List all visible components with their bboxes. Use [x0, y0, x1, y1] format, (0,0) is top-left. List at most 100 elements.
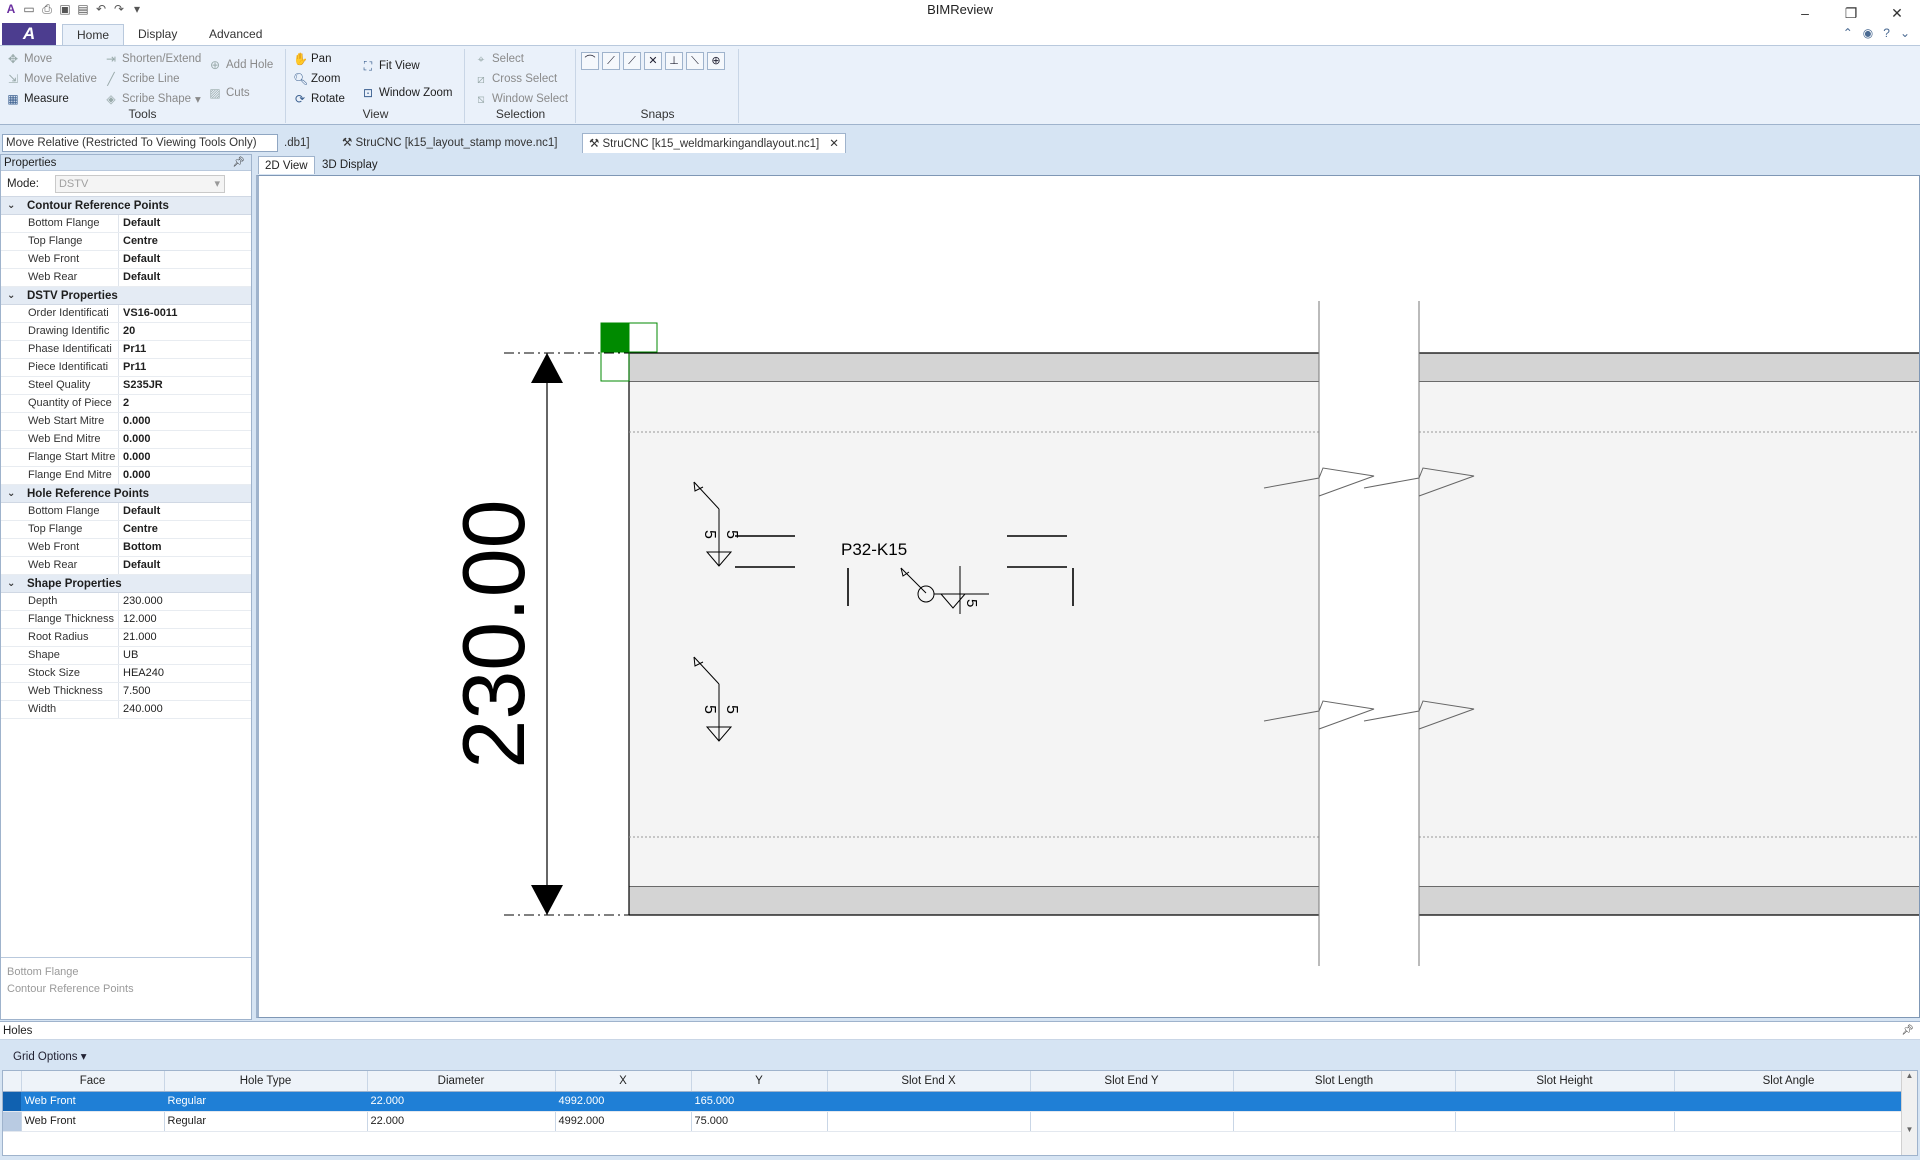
tab-home[interactable]: Home	[62, 24, 125, 45]
property-row[interactable]: Width 240.000	[1, 701, 251, 719]
property-value[interactable]: Default	[119, 503, 160, 520]
property-row[interactable]: Stock Size HEA240	[1, 665, 251, 683]
property-value[interactable]: 7.500	[119, 683, 151, 700]
ribbon-expand-icon[interactable]: ⌄	[1900, 26, 1910, 40]
property-row[interactable]: Phase Identificati Pr11	[1, 341, 251, 359]
move-button[interactable]: ✥ Move	[6, 52, 52, 66]
property-row[interactable]: Web Front Bottom	[1, 539, 251, 557]
property-row[interactable]: Quantity of Piece 2	[1, 395, 251, 413]
property-value[interactable]: Default	[119, 269, 160, 286]
ribbon-collapse-icon[interactable]: ⌃	[1843, 26, 1853, 40]
snap-arc-icon[interactable]: ⌒	[581, 52, 599, 70]
property-value[interactable]: 21.000	[119, 629, 157, 646]
row-selector[interactable]	[3, 1091, 22, 1112]
property-category[interactable]: ⌄ Hole Reference Points	[1, 485, 251, 503]
fit-view-button[interactable]: ⛶ Fit View	[361, 59, 420, 73]
property-value[interactable]: 0.000	[119, 413, 151, 430]
scribe-line-button[interactable]: ╱ Scribe Line	[104, 72, 179, 86]
origin-marker[interactable]	[600, 322, 630, 353]
property-value[interactable]: VS16-0011	[119, 305, 177, 322]
property-value[interactable]: Pr11	[119, 341, 146, 358]
table-cell[interactable]: 165.000	[691, 1091, 828, 1112]
snap-nearest-icon[interactable]: ⟍	[686, 52, 704, 70]
table-cell[interactable]: Web Front	[21, 1091, 165, 1112]
tab-display[interactable]: Display	[124, 24, 191, 45]
property-value[interactable]: 12.000	[119, 611, 157, 628]
table-cell[interactable]	[1030, 1111, 1234, 1132]
property-category[interactable]: ⌄ Shape Properties	[1, 575, 251, 593]
add-hole-button[interactable]: ⊕ Add Hole	[208, 58, 273, 72]
property-value[interactable]: 240.000	[119, 701, 163, 718]
property-row[interactable]: Root Radius 21.000	[1, 629, 251, 647]
drawing-canvas[interactable]: 230.00 5 5 5 5 P32-K15 5	[256, 175, 1920, 1018]
zoom-button[interactable]: 🔍︎ Zoom	[293, 72, 340, 86]
property-value[interactable]: S235JR	[119, 377, 163, 394]
property-row[interactable]: Flange Start Mitre 0.000	[1, 449, 251, 467]
property-row[interactable]: Top Flange Centre	[1, 521, 251, 539]
cross-select-button[interactable]: ⧄ Cross Select	[474, 72, 557, 86]
property-row[interactable]: Flange End Mitre 0.000	[1, 467, 251, 485]
column-header[interactable]: Hole Type	[164, 1071, 368, 1092]
property-value[interactable]: 20	[119, 323, 135, 340]
property-value[interactable]: Default	[119, 215, 160, 232]
property-row[interactable]: Shape UB	[1, 647, 251, 665]
property-category[interactable]: ⌄ DSTV Properties	[1, 287, 251, 305]
property-value[interactable]: 0.000	[119, 449, 151, 466]
select-button[interactable]: ⌖ Select	[474, 52, 524, 66]
property-row[interactable]: Steel Quality S235JR	[1, 377, 251, 395]
table-cell[interactable]	[1455, 1091, 1675, 1112]
property-value[interactable]: Default	[119, 557, 160, 574]
property-value[interactable]: Pr11	[119, 359, 146, 376]
table-row[interactable]: Web Front Regular 22.000 4992.000 75.000	[3, 1111, 1904, 1132]
window-select-button[interactable]: ⧅ Window Select	[474, 92, 568, 106]
property-value[interactable]: 0.000	[119, 431, 151, 448]
table-cell[interactable]	[827, 1111, 1031, 1132]
property-value[interactable]: 230.000	[119, 593, 163, 610]
table-cell[interactable]: Regular	[164, 1091, 368, 1112]
doc-tab-weldmarking[interactable]: ⚒ StruCNC [k15_weldmarkingandlayout.nc1]…	[582, 133, 846, 153]
window-zoom-button[interactable]: ⊡ Window Zoom	[361, 86, 453, 100]
tab-2d-view[interactable]: 2D View	[258, 156, 315, 174]
collapse-chevron-icon[interactable]: ⌄	[7, 197, 17, 214]
property-row[interactable]: Bottom Flange Default	[1, 215, 251, 233]
property-value[interactable]: Bottom	[119, 539, 162, 556]
property-row[interactable]: Drawing Identific 20	[1, 323, 251, 341]
table-cell[interactable]: 4992.000	[555, 1091, 692, 1112]
measure-button[interactable]: ▦ Measure	[6, 92, 68, 106]
help-icon[interactable]: ?	[1883, 26, 1890, 40]
column-header[interactable]: Diameter	[367, 1071, 556, 1092]
scribe-shape-button[interactable]: ◈ Scribe Shape ▾	[104, 92, 200, 106]
property-row[interactable]: Bottom Flange Default	[1, 503, 251, 521]
grid-options-button[interactable]: Grid Options ▾	[13, 1049, 87, 1063]
property-row[interactable]: Web Thickness 7.500	[1, 683, 251, 701]
snap-endpoint-icon[interactable]: ⟋	[602, 52, 620, 70]
drawing-svg[interactable]: 230.00 5 5 5 5 P32-K15 5	[259, 176, 1920, 1018]
property-value[interactable]: HEA240	[119, 665, 164, 682]
property-row[interactable]: Web Front Default	[1, 251, 251, 269]
column-header[interactable]: Slot Length	[1233, 1071, 1456, 1092]
property-value[interactable]: Centre	[119, 233, 158, 250]
table-cell[interactable]	[1455, 1111, 1675, 1132]
table-cell[interactable]	[1674, 1091, 1904, 1112]
collapse-chevron-icon[interactable]: ⌄	[7, 575, 17, 592]
rotate-button[interactable]: ⟳ Rotate	[293, 92, 345, 106]
table-cell[interactable]: 4992.000	[555, 1111, 692, 1132]
pin-icon[interactable]: 📌︎	[232, 155, 245, 171]
property-row[interactable]: Web Rear Default	[1, 269, 251, 287]
property-row[interactable]: Order Identificati VS16-0011	[1, 305, 251, 323]
column-header[interactable]: Slot End Y	[1030, 1071, 1234, 1092]
table-cell[interactable]: Web Front	[21, 1111, 165, 1132]
table-cell[interactable]	[1233, 1091, 1456, 1112]
property-value[interactable]: Centre	[119, 521, 158, 538]
column-header[interactable]: Slot Angle	[1674, 1071, 1904, 1092]
mode-select[interactable]: DSTV	[54, 174, 225, 193]
collapse-chevron-icon[interactable]: ⌄	[7, 287, 17, 304]
application-menu-button[interactable]: A	[2, 23, 56, 45]
column-header[interactable]: Face	[21, 1071, 165, 1092]
column-header[interactable]: Slot End X	[827, 1071, 1031, 1092]
property-category[interactable]: ⌄ Contour Reference Points	[1, 197, 251, 215]
shorten-extend-button[interactable]: ⇥ Shorten/Extend	[104, 52, 201, 66]
property-value[interactable]: Default	[119, 251, 160, 268]
property-row[interactable]: Piece Identificati Pr11	[1, 359, 251, 377]
table-cell[interactable]	[1233, 1111, 1456, 1132]
